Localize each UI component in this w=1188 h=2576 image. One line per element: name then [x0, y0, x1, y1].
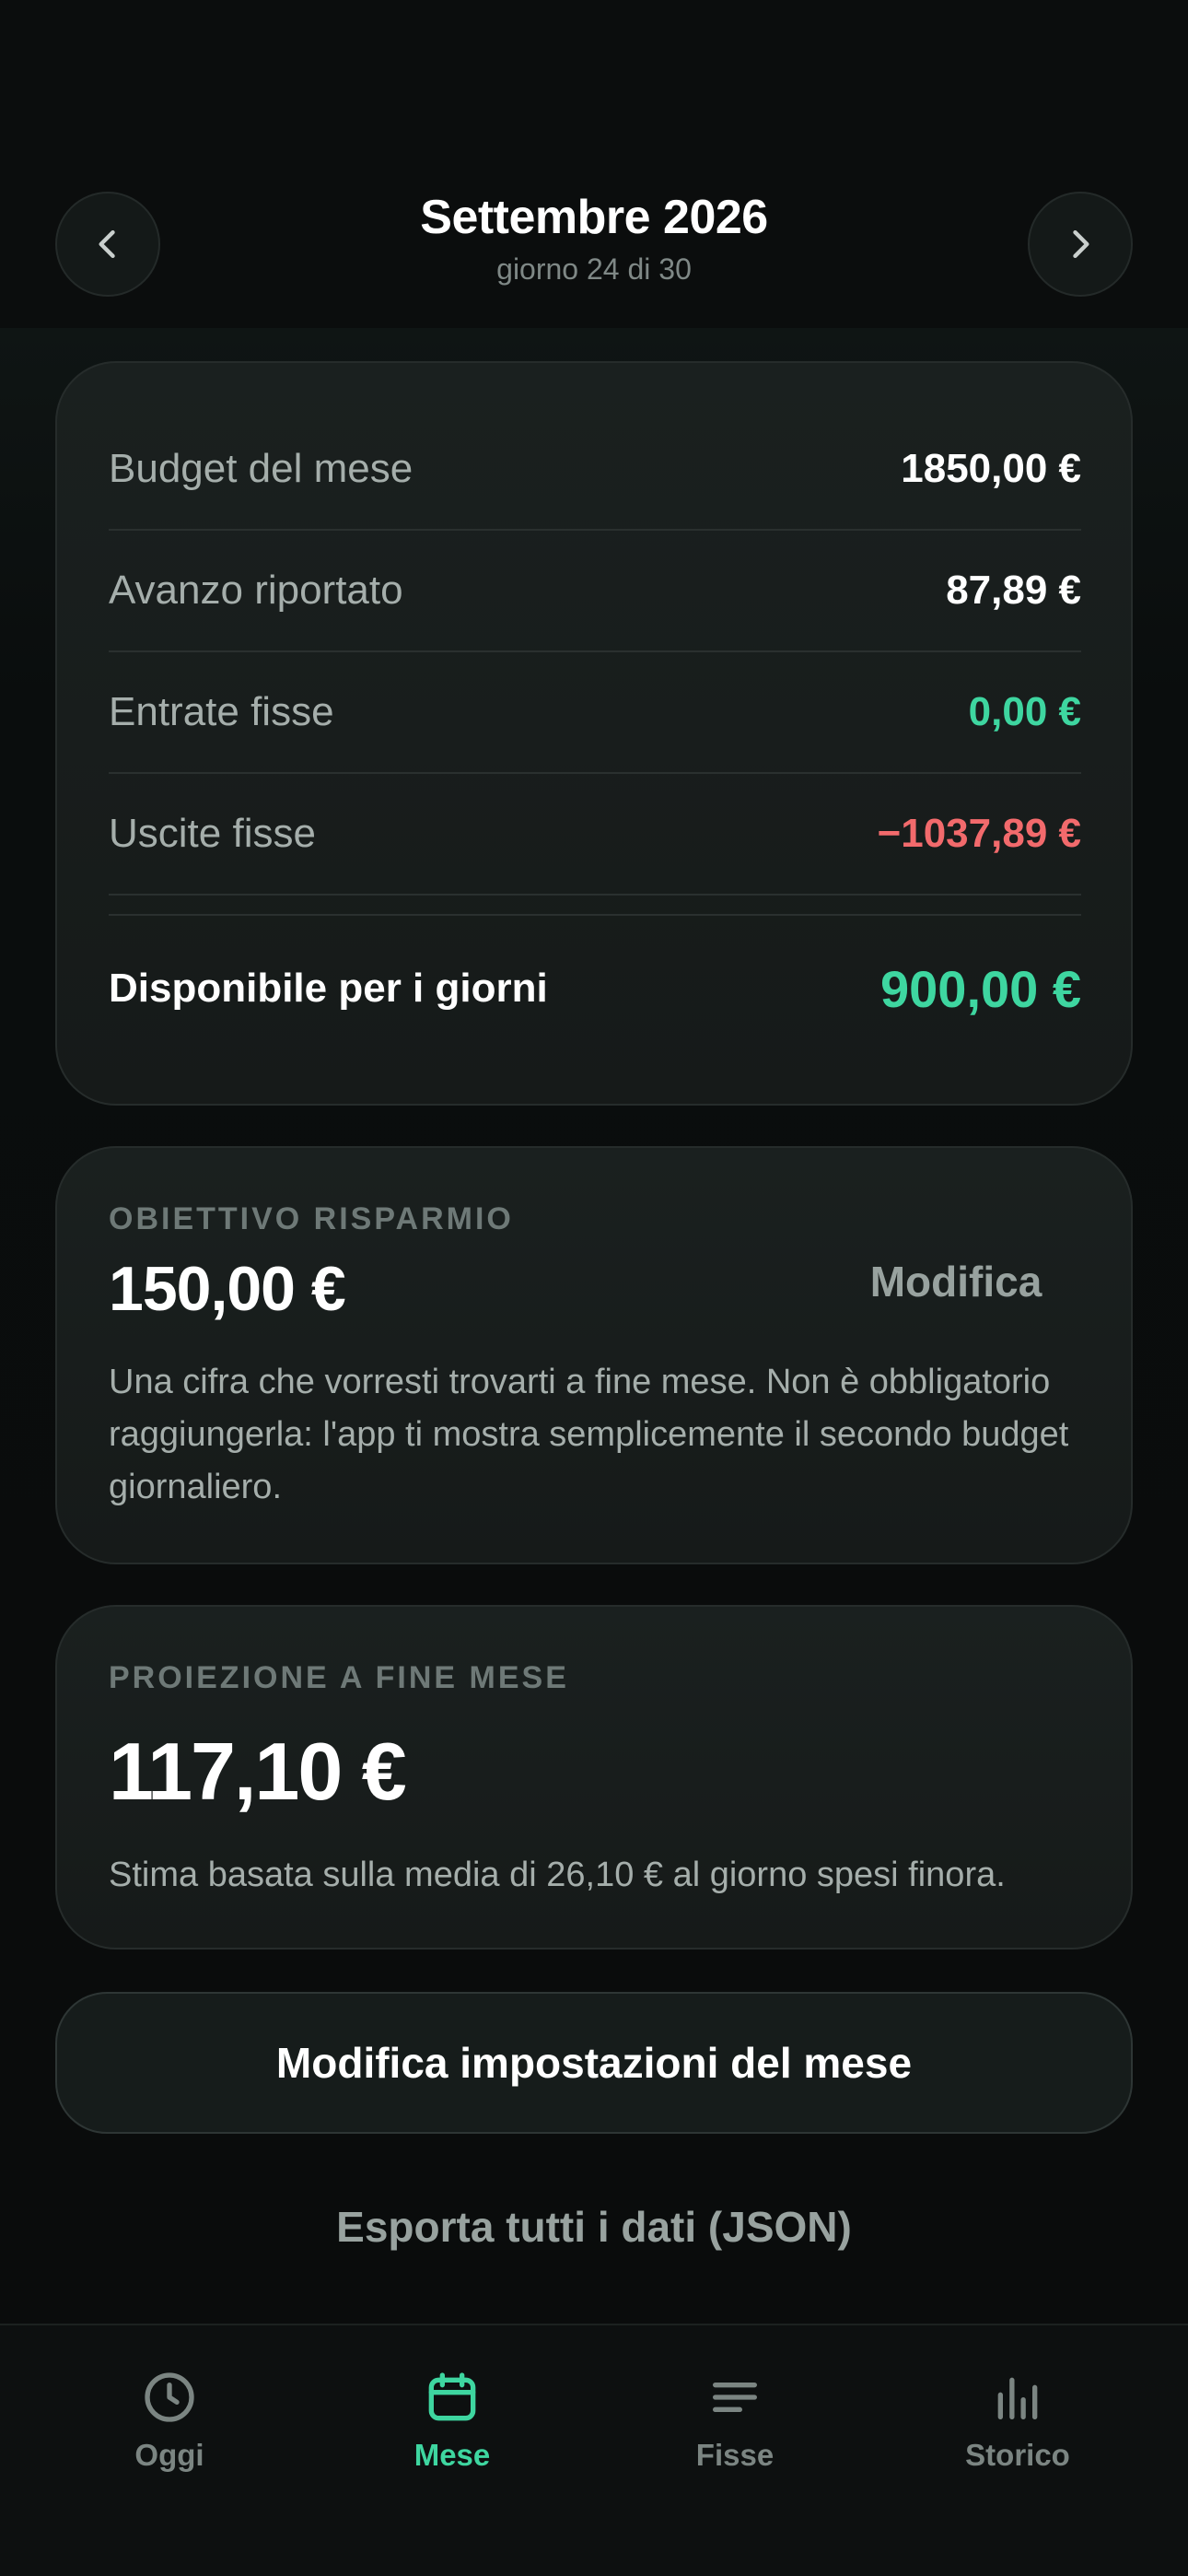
savings-goal-description: Una cifra che vorresti trovarti a fine m… [109, 1363, 1069, 1506]
summary-row-label: Uscite fisse [109, 811, 316, 856]
summary-row-label: Avanzo riportato [109, 568, 403, 613]
tab-label: Fisse [695, 2438, 775, 2472]
tab-bar: Oggi Mese Fisse Storico [0, 2324, 1188, 2576]
summary-row-available: Disponibile per i giorni 900,00 € [109, 914, 1081, 1061]
next-month-button[interactable] [1028, 192, 1133, 297]
tab-label: Mese [413, 2438, 491, 2472]
savings-goal-amount: 150,00 € [109, 1254, 346, 1324]
edit-month-settings-button[interactable]: Modifica impostazioni del mese [55, 1992, 1133, 2134]
tab-oggi[interactable]: Oggi [77, 2368, 262, 2488]
summary-row-value: 0,00 € [968, 689, 1081, 734]
summary-row-carryover: Avanzo riportato 87,89 € [109, 531, 1081, 652]
list-lines-icon [713, 2383, 757, 2412]
month-header: Settembre 2026 giorno 24 di 30 [0, 0, 1188, 328]
summary-row-label: Budget del mese [109, 446, 413, 491]
available-value: 900,00 € [880, 959, 1081, 1018]
tab-mese[interactable]: Mese [360, 2368, 544, 2488]
summary-row-value: 1850,00 € [901, 446, 1081, 491]
edit-goal-button[interactable]: Modifica [847, 1240, 1065, 1323]
summary-row-fixed-expenses: Uscite fisse −1037,89 € [109, 774, 1081, 896]
summary-row-label: Entrate fisse [109, 689, 334, 734]
bar-chart-icon [997, 2377, 1038, 2419]
summary-row-fixed-income: Entrate fisse 0,00 € [109, 652, 1081, 774]
export-json-button[interactable]: Esporta tutti i dati (JSON) [0, 2202, 1188, 2252]
chevron-right-icon [1073, 229, 1089, 259]
savings-goal-card: OBIETTIVO RISPARMIO 150,00 € Modifica Un… [55, 1146, 1133, 1564]
tab-label: Storico [965, 2438, 1070, 2472]
projection-description: Stima basata sulla media di 26,10 € al g… [109, 1856, 1006, 1894]
budget-summary-card: Budget del mese 1850,00 € Avanzo riporta… [55, 361, 1133, 1106]
month-day-counter: giorno 24 di 30 [496, 252, 692, 286]
tab-fisse[interactable]: Fisse [643, 2368, 827, 2488]
tab-label: Oggi [134, 2438, 204, 2472]
tab-storico[interactable]: Storico [926, 2368, 1110, 2488]
projection-card: PROIEZIONE A FINE MESE 117,10 € Stima ba… [55, 1605, 1133, 1950]
projection-amount: 117,10 € [109, 1726, 407, 1817]
projection-label: PROIEZIONE A FINE MESE [109, 1660, 569, 1695]
summary-row-budget: Budget del mese 1850,00 € [109, 409, 1081, 531]
available-label: Disponibile per i giorni [109, 966, 548, 1011]
calendar-icon [428, 2372, 476, 2421]
summary-row-value: −1037,89 € [877, 811, 1081, 856]
summary-row-value: 87,89 € [946, 568, 1081, 613]
month-title: Settembre 2026 [420, 191, 768, 244]
clock-icon [145, 2372, 194, 2422]
savings-goal-label: OBIETTIVO RISPARMIO [109, 1201, 514, 1236]
